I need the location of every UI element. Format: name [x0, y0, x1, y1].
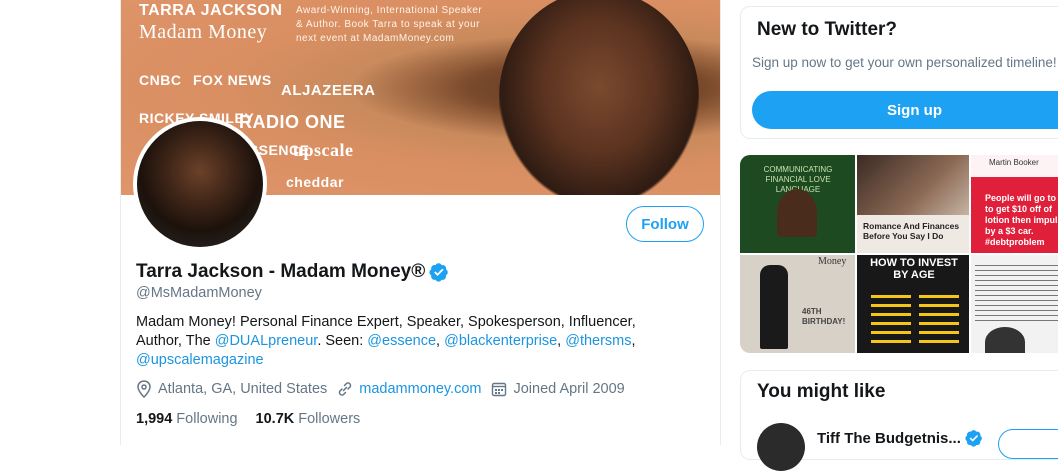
following-label: Following: [176, 411, 238, 427]
followers-stat[interactable]: 10.7K Followers: [256, 411, 361, 427]
profile-column: TARRA JACKSON Madam Money Award-Winning,…: [120, 0, 721, 445]
bio-mention-essence[interactable]: @essence: [367, 333, 436, 349]
media-tile[interactable]: Money 46TH BIRTHDAY!: [740, 255, 855, 353]
bio-separator: ,: [436, 333, 445, 349]
followers-count: 10.7K: [255, 411, 295, 427]
suggested-user-name-row[interactable]: Tiff The Budgetnis...: [817, 429, 983, 447]
media-photo: [985, 327, 1025, 353]
media-bars: [871, 289, 911, 349]
banner-logo-radioone: RADIO ONE: [239, 112, 346, 132]
banner-promo: Award-Winning, International Speaker & A…: [296, 5, 483, 44]
banner-logo-cheddar: cheddar: [286, 174, 344, 190]
website-item: madammoney.com: [337, 381, 481, 397]
bio-mention-blackenterprise[interactable]: @blackenterprise: [444, 333, 557, 349]
banner-logo-cnbc: CNBC: [139, 72, 182, 88]
website-link[interactable]: madammoney.com: [359, 381, 481, 397]
followers-label: Followers: [298, 411, 361, 427]
banner-logo-fox: FOX NEWS: [193, 72, 272, 88]
media-caption: HOW TO INVEST BY AGE: [870, 257, 958, 281]
profile-handle: @MsMadamMoney: [136, 285, 262, 301]
media-photo: [857, 155, 969, 215]
bio-text: . Seen:: [317, 333, 368, 349]
media-tile[interactable]: COMMUNICATING FINANCIAL LOVE LANGUAGE: [740, 155, 855, 253]
media-caption: 46TH BIRTHDAY!: [802, 307, 846, 326]
signup-title: New to Twitter?: [757, 19, 898, 40]
media-tile[interactable]: HOW TO INVEST BY AGE: [857, 255, 969, 353]
profile-stats: 1,994 Following 10.7K Followers: [136, 411, 360, 427]
media-portrait: [777, 189, 817, 237]
media-tile[interactable]: Martin Booker People will go to $ to get…: [971, 155, 1058, 253]
media-figure: [760, 265, 788, 349]
left-gutter: [0, 0, 121, 445]
signup-card: New to Twitter? Sign up now to get your …: [740, 6, 1058, 139]
avatar[interactable]: [133, 117, 267, 251]
profile-name-row: Tarra Jackson - Madam Money®: [136, 261, 449, 283]
follow-button[interactable]: Follow: [626, 206, 704, 242]
calendar-icon: [492, 382, 507, 397]
profile-name: Tarra Jackson - Madam Money®: [136, 261, 426, 282]
media-caption: Romance And Finances Before You Say I Do: [863, 221, 960, 241]
signup-button[interactable]: Sign up: [752, 91, 1058, 129]
banner-logo-upscale: upscale: [293, 140, 354, 160]
location-pin-icon: [137, 380, 151, 398]
profile-meta: Atlanta, GA, United States madammoney.co…: [136, 380, 635, 398]
media-caption: People will go to $ to get $10 off of lo…: [985, 193, 1058, 247]
suggested-user-follow-button[interactable]: [998, 429, 1058, 459]
link-icon: [339, 382, 352, 396]
banner-portrait: [499, 0, 699, 195]
joined-item: Joined April 2009: [491, 381, 625, 397]
following-count: 1,994: [136, 411, 173, 427]
banner-logo-aljazeera: ALJAZEERA: [281, 82, 376, 99]
media-author: Martin Booker: [989, 158, 1039, 167]
suggested-user-name: Tiff The Budgetnis...: [817, 429, 961, 447]
banner-brand: TARRA JACKSON: [139, 2, 283, 19]
profile-bio: Madam Money! Personal Finance Expert, Sp…: [136, 313, 676, 370]
media-bars: [919, 289, 959, 349]
media-tile[interactable]: [971, 255, 1058, 353]
joined-text: Joined April 2009: [513, 381, 625, 397]
banner-brand-sub: Madam Money: [139, 21, 268, 43]
verified-badge-icon: [429, 263, 448, 282]
verified-badge-icon: [965, 430, 982, 447]
media-caption: Money: [818, 256, 847, 267]
bio-separator: ,: [557, 333, 566, 349]
signup-description: Sign up now to get your own personalized…: [752, 55, 1057, 70]
you-might-like-title: You might like: [757, 381, 886, 402]
bio-mention-thersms[interactable]: @thersms: [565, 333, 631, 349]
bio-separator: ,: [631, 333, 636, 349]
location-item: Atlanta, GA, United States: [136, 380, 327, 398]
media-article-text: [975, 261, 1058, 321]
you-might-like-card: You might like Tiff The Budgetnis...: [740, 370, 1058, 471]
avatar-image: [137, 121, 263, 247]
media-tile[interactable]: Romance And Finances Before You Say I Do: [857, 155, 969, 253]
bio-mention-dualpreneur[interactable]: @DUALpreneur: [215, 333, 318, 349]
media-grid: COMMUNICATING FINANCIAL LOVE LANGUAGE Ro…: [740, 155, 1058, 353]
location-text: Atlanta, GA, United States: [158, 381, 328, 397]
bio-mention-upscalemagazine[interactable]: @upscalemagazine: [136, 352, 264, 368]
suggested-user-avatar[interactable]: [757, 423, 805, 471]
following-stat[interactable]: 1,994 Following: [136, 411, 238, 427]
